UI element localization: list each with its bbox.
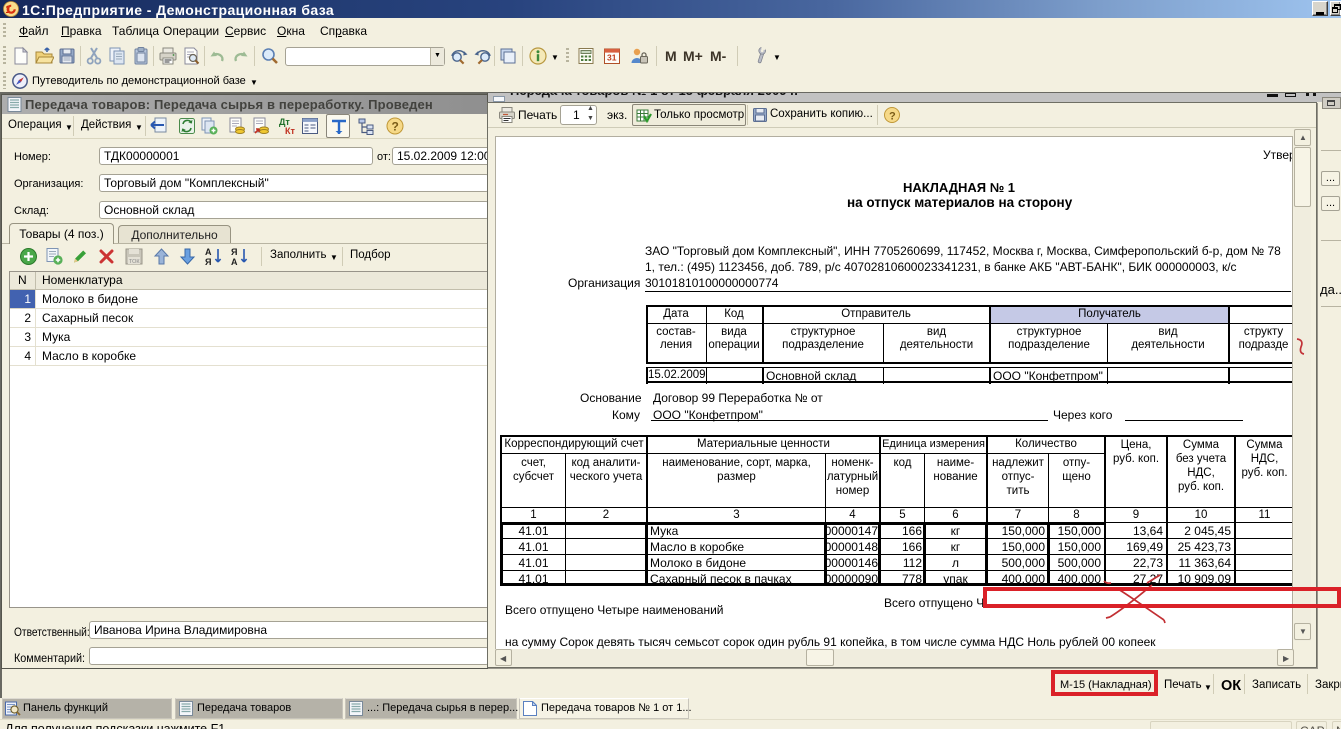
svg-text:Я: Я — [231, 247, 237, 257]
svg-text:А: А — [205, 247, 212, 257]
svg-text:?: ? — [392, 120, 399, 134]
svg-text:31: 31 — [607, 53, 617, 63]
svg-text:Кт: Кт — [285, 126, 295, 136]
svg-text:А: А — [231, 257, 238, 267]
svg-text:?: ? — [889, 111, 896, 123]
svg-text:Я: Я — [205, 257, 211, 267]
svg-text:ТОК: ТОК — [129, 259, 140, 265]
